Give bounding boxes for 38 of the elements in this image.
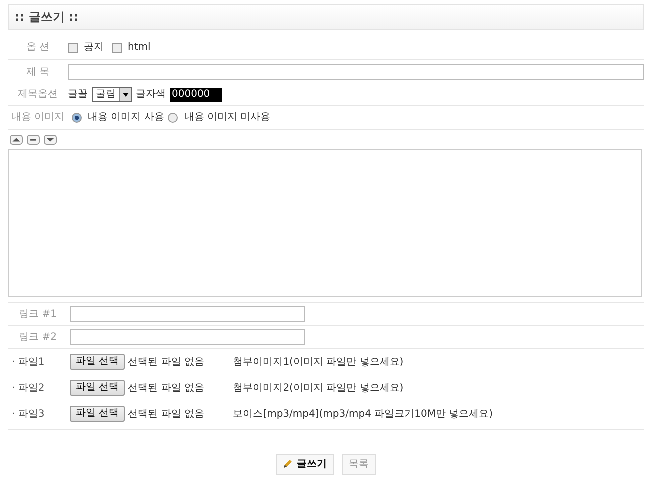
field-label: 링크 #1 — [18, 308, 58, 322]
radio-label: 내용 이미지 미사용 — [184, 111, 271, 125]
move-down-icon[interactable] — [44, 135, 57, 145]
subject-field[interactable] — [68, 64, 644, 80]
move-up-icon[interactable] — [10, 135, 23, 145]
file-note: 보이스[mp3/mp4](mp3/mp4 파일크기10M만 넣으세요) — [233, 408, 494, 422]
page-title: :: 글쓰기 :: — [8, 4, 644, 30]
field-label: 제목옵션 — [17, 88, 59, 102]
file-status: 선택된 파일 없음 — [128, 408, 206, 422]
font-dropdown[interactable]: 굴림 — [92, 87, 132, 102]
file-select-button[interactable]: 파일 선택 — [70, 354, 126, 370]
file-select-button[interactable]: 파일 선택 — [70, 406, 126, 422]
field-label: 옵 션 — [25, 41, 51, 55]
reset-icon[interactable] — [27, 135, 40, 145]
checkbox-label: 공지 — [84, 41, 104, 55]
checkbox[interactable] — [68, 42, 78, 52]
file-status: 선택된 파일 없음 — [128, 356, 206, 370]
radio-button[interactable] — [168, 112, 178, 122]
color-field[interactable]: 000000 — [170, 88, 222, 102]
checkbox[interactable] — [112, 42, 122, 52]
field-label: · 파일1 — [11, 356, 46, 370]
file-select-button[interactable]: 파일 선택 — [70, 380, 126, 396]
field-label: · 파일3 — [11, 408, 46, 422]
radio-button[interactable] — [72, 112, 82, 122]
file-status: 선택된 파일 없음 — [128, 382, 206, 396]
field-label: 내용 이미지 — [10, 111, 66, 125]
link-field[interactable] — [70, 306, 305, 322]
checkbox-label: html — [128, 41, 151, 55]
field-label: · 파일2 — [11, 382, 46, 396]
option-label: 글자색 — [136, 88, 166, 102]
file-note: 첨부이미지2(이미지 파일만 넣으세요) — [233, 382, 404, 396]
file-note: 첨부이미지1(이미지 파일만 넣으세요) — [233, 356, 404, 370]
link-field[interactable] — [70, 329, 305, 345]
write-button[interactable]: 글쓰기 — [276, 454, 334, 475]
field-label: 링크 #2 — [18, 330, 58, 344]
radio-label: 내용 이미지 사용 — [88, 111, 164, 125]
field-label: 제 목 — [25, 66, 51, 80]
option-label: 글꼴 — [68, 88, 88, 102]
